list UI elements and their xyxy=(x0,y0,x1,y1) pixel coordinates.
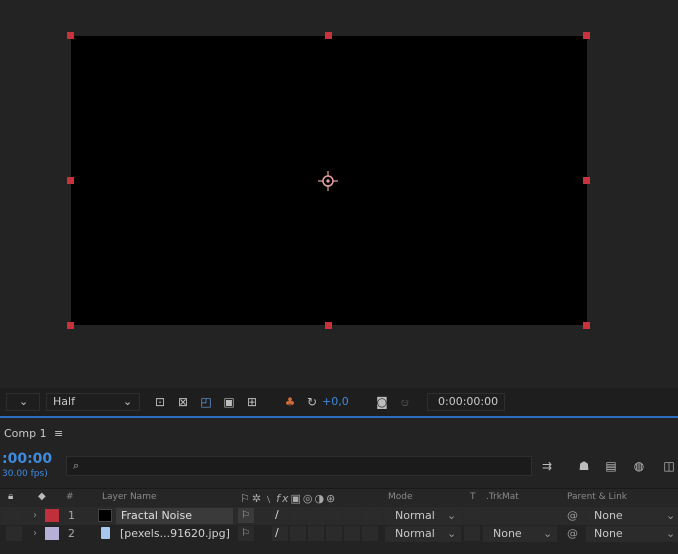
anchor-point-icon[interactable] xyxy=(318,171,338,191)
layer-name[interactable]: [pexels...91620.jpg] xyxy=(120,526,230,542)
shy-switch-icon[interactable]: ⚐ xyxy=(238,508,254,523)
layer-column-headers: 🔒︎ ◆ # Layer Name ⚐✲﹨fx▣◎◑⊛ Mode T .TrkM… xyxy=(0,488,678,507)
composition-viewer[interactable] xyxy=(0,0,678,387)
exposure-value[interactable]: +0,0 xyxy=(322,394,349,410)
visibility-switch[interactable] xyxy=(6,526,22,541)
label-color-swatch[interactable] xyxy=(45,527,59,540)
motion-blur-icon[interactable]: ◍ xyxy=(632,459,646,473)
grid-guides-icon[interactable]: ⊞ xyxy=(245,395,259,409)
lock-icon[interactable]: 🔒︎ xyxy=(8,491,13,502)
current-time-display[interactable]: :00:00 xyxy=(2,451,52,467)
frame-blend-switch[interactable] xyxy=(308,508,324,523)
transform-handle[interactable] xyxy=(67,177,74,184)
chevron-down-icon: ⌄ xyxy=(447,509,457,522)
show-channel-icon[interactable]: ♣ xyxy=(283,395,297,409)
layer-number: 2 xyxy=(68,527,75,540)
switches-header-icons: ⚐✲﹨fx▣◎◑⊛ xyxy=(240,492,338,505)
comp-flowchart-icon[interactable]: ⇉ xyxy=(540,459,554,473)
expand-chevron-icon[interactable]: › xyxy=(33,508,37,524)
chevron-down-icon: ⌄ xyxy=(666,527,676,540)
transform-handle[interactable] xyxy=(583,177,590,184)
parent-dropdown[interactable]: None ⌄ xyxy=(586,508,678,524)
current-time-field[interactable]: 0:00:00:00 xyxy=(427,393,505,411)
motion-blur-switch[interactable] xyxy=(326,508,342,523)
reset-exposure-icon[interactable]: ↻ xyxy=(305,395,319,409)
frame-blending-icon[interactable]: ▤ xyxy=(604,459,618,473)
effect-switch[interactable] xyxy=(290,526,306,541)
preserve-transparency-switch[interactable] xyxy=(464,526,480,541)
viewer-toolbar: ⌄ Half ⌄ ⊡ ⊠ ◰ ▣ ⊞ ♣ ↻ +0,0 ◙ ಆ 0:00:00:… xyxy=(0,388,678,418)
layer-number: 1 xyxy=(68,509,75,522)
blend-mode-value: Normal xyxy=(395,509,435,522)
magnification-dropdown[interactable]: ⌄ xyxy=(6,393,40,411)
parent-link-header[interactable]: Parent & Link xyxy=(567,492,627,502)
pickwhip-icon[interactable]: @ xyxy=(567,508,578,524)
graph-editor-icon[interactable]: ◫ xyxy=(662,459,676,473)
transform-handle[interactable] xyxy=(583,322,590,329)
layer-row[interactable]: › 2 [pexels...91620.jpg] ⚐ ∕ Normal ⌄ No… xyxy=(0,525,678,543)
effect-switch[interactable] xyxy=(290,508,306,523)
parent-value: None xyxy=(594,527,623,540)
layer-name-header[interactable]: Layer Name xyxy=(102,492,157,502)
transform-handle[interactable] xyxy=(325,32,332,39)
trkmat-header[interactable]: .TrkMat xyxy=(486,492,519,502)
blend-mode-dropdown[interactable]: Normal ⌄ xyxy=(385,526,461,542)
layer-name-field[interactable]: Fractal Noise xyxy=(116,508,233,524)
parent-dropdown[interactable]: None ⌄ xyxy=(586,526,678,542)
resolution-label: Half xyxy=(53,395,75,408)
chevron-down-icon: ⌄ xyxy=(666,509,676,522)
chevron-down-icon: ⌄ xyxy=(19,395,29,408)
visibility-switch[interactable] xyxy=(6,508,22,523)
blend-mode-dropdown[interactable]: Normal ⌄ xyxy=(385,508,461,524)
panel-menu-icon[interactable]: ≡ xyxy=(54,426,63,442)
snapshot-camera-icon[interactable]: ◙ xyxy=(375,395,389,409)
layer-name: Fractal Noise xyxy=(121,509,192,522)
pickwhip-icon[interactable]: @ xyxy=(567,526,578,542)
solid-layer-icon xyxy=(98,509,112,522)
preserve-transparency-switch[interactable] xyxy=(464,508,480,523)
timecode-label: 0:00:00:00 xyxy=(438,395,499,408)
image-file-icon xyxy=(101,527,110,539)
layer-search-input[interactable]: ⌕ xyxy=(66,456,532,476)
resolution-dropdown[interactable]: Half ⌄ xyxy=(46,393,140,411)
transform-handle[interactable] xyxy=(583,32,590,39)
region-of-interest-icon[interactable]: ▣ xyxy=(222,395,236,409)
fps-label: 30.00 fps) xyxy=(2,469,48,479)
parent-value: None xyxy=(594,509,623,522)
timeline-panel-header: Comp 1 ≡ xyxy=(0,418,678,448)
blend-mode-value: Normal xyxy=(395,527,435,540)
layer-row[interactable]: › 1 Fractal Noise ⚐ ∕ Normal ⌄ @ None ⌄ xyxy=(0,507,678,525)
track-matte-dropdown[interactable]: None ⌄ xyxy=(483,526,557,542)
mode-header[interactable]: Mode xyxy=(388,492,413,502)
mask-path-visibility-icon[interactable]: ◰ xyxy=(199,395,213,409)
transparency-grid-icon[interactable]: ⊠ xyxy=(176,395,190,409)
show-snapshot-icon[interactable]: ಆ xyxy=(398,395,412,409)
transform-handle[interactable] xyxy=(67,322,74,329)
3d-layer-switch[interactable] xyxy=(362,508,378,523)
shy-switch-icon[interactable]: ⚐ xyxy=(238,526,254,541)
shy-layers-icon[interactable]: ☗ xyxy=(577,459,591,473)
adjustment-layer-switch[interactable] xyxy=(344,526,360,541)
chevron-down-icon: ⌄ xyxy=(123,395,133,408)
quality-switch-icon[interactable]: ∕ xyxy=(272,508,288,523)
expand-chevron-icon[interactable]: › xyxy=(33,526,37,542)
search-icon: ⌕ xyxy=(73,459,80,472)
panel-title[interactable]: Comp 1 xyxy=(4,426,47,442)
transform-handle[interactable] xyxy=(325,322,332,329)
layer-number-header: # xyxy=(66,492,74,502)
track-matte-value: None xyxy=(493,527,522,540)
3d-layer-switch[interactable] xyxy=(362,526,378,541)
transform-handle[interactable] xyxy=(67,32,74,39)
label-color-swatch[interactable] xyxy=(45,509,59,522)
composition-canvas[interactable] xyxy=(67,32,590,329)
label-tag-icon[interactable]: ◆ xyxy=(38,491,46,502)
chevron-down-icon: ⌄ xyxy=(447,527,457,540)
fast-preview-icon[interactable]: ⊡ xyxy=(153,395,167,409)
t-header: T xyxy=(470,492,476,502)
motion-blur-switch[interactable] xyxy=(326,526,342,541)
quality-switch-icon[interactable]: ∕ xyxy=(272,526,288,541)
chevron-down-icon: ⌄ xyxy=(543,527,553,540)
frame-blend-switch[interactable] xyxy=(308,526,324,541)
adjustment-layer-switch[interactable] xyxy=(344,508,360,523)
